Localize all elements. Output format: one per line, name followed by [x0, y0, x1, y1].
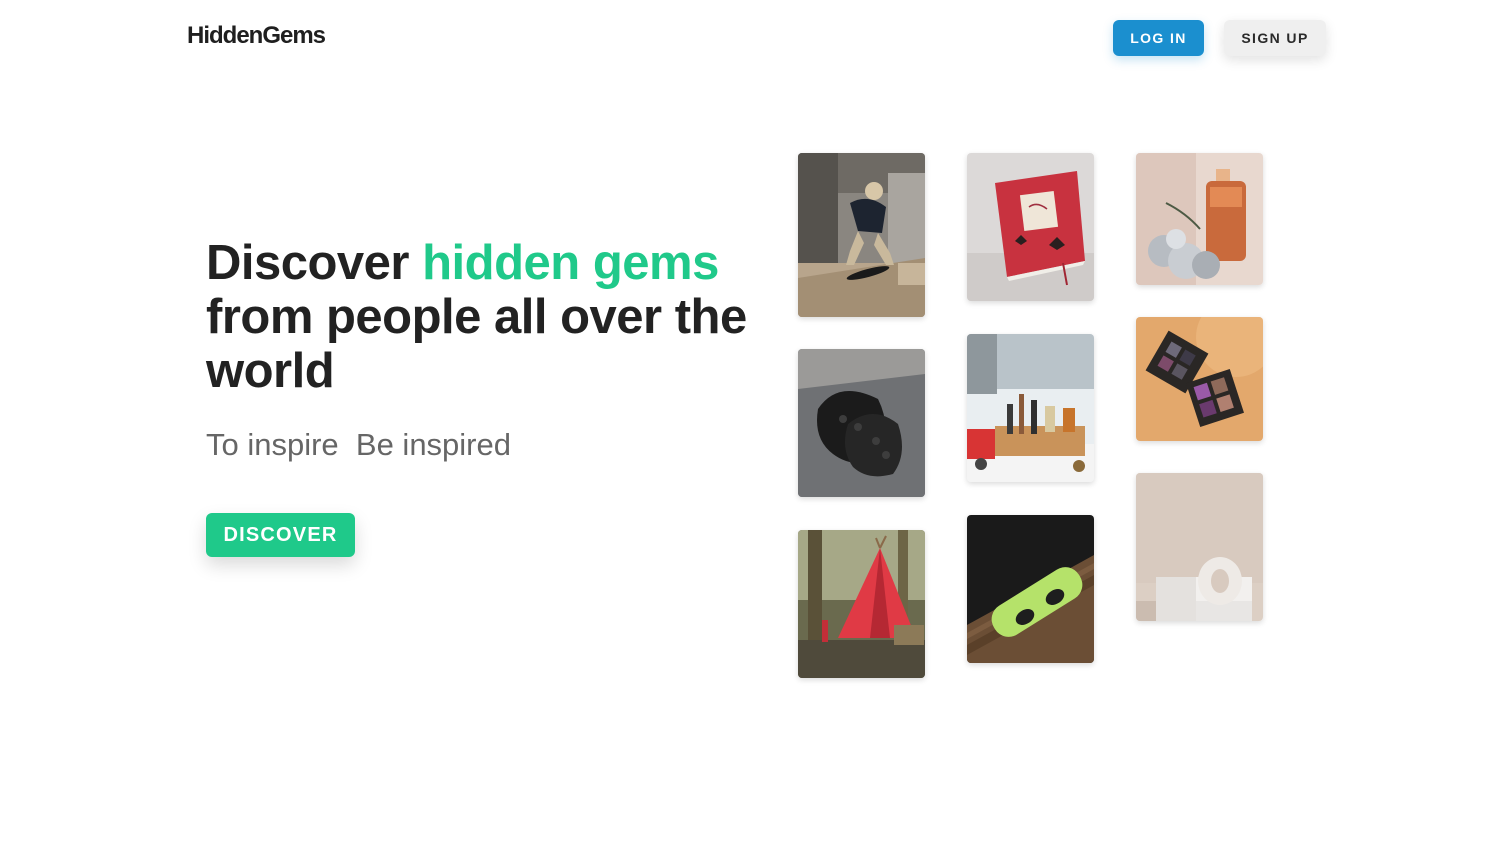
headline-accent: hidden gems	[422, 236, 719, 290]
eyeshadow-palette-photo[interactable]	[1136, 317, 1263, 441]
perfume-photo[interactable]	[1136, 153, 1263, 285]
hero-tagline: To inspire Be inspired	[206, 427, 511, 462]
logo[interactable]: HiddenGems	[187, 22, 326, 50]
headline-end: from people all over the world	[206, 290, 747, 398]
black-clogs-photo[interactable]	[798, 349, 925, 497]
headline-start: Discover	[206, 236, 423, 290]
discover-button[interactable]: DISCOVER	[206, 513, 355, 557]
wakeboard-photo[interactable]	[967, 515, 1094, 663]
notebook-photo[interactable]	[967, 153, 1094, 301]
login-button[interactable]: LOG IN	[1113, 20, 1204, 56]
ceramic-vase-photo[interactable]	[1136, 473, 1263, 621]
craft-supplies-photo[interactable]	[967, 334, 1094, 482]
signup-button[interactable]: SIGN UP	[1224, 20, 1326, 56]
landing-page: HiddenGems LOG IN SIGN UP Discover hidde…	[0, 0, 1512, 860]
skateboarder-photo[interactable]	[798, 153, 925, 317]
red-teepee-photo[interactable]	[798, 530, 925, 678]
hero-headline: Discover hidden gems from people all ove…	[206, 236, 766, 398]
